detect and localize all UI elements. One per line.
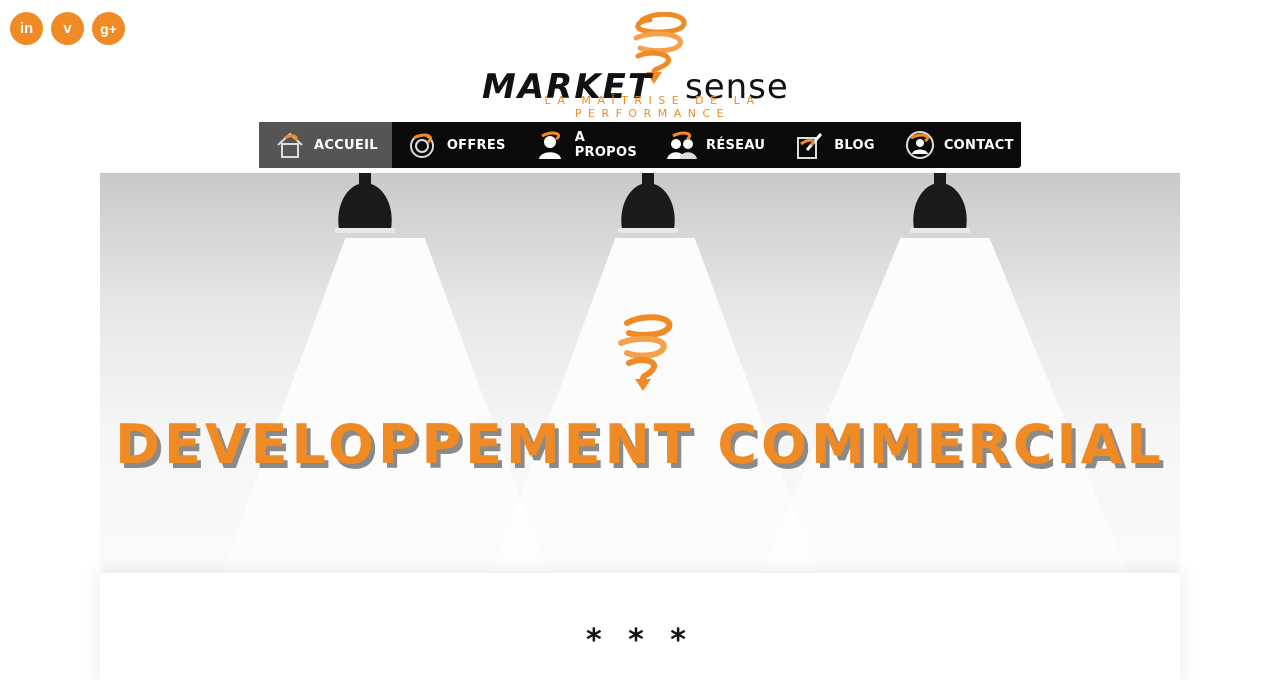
google-plus-icon[interactable]: g+ — [92, 12, 125, 45]
section-separator: * * * — [586, 623, 694, 658]
spotlight-lamp-icon — [335, 173, 395, 233]
spotlight-lamp-icon — [618, 173, 678, 233]
site-logo[interactable]: MARKET sense LA MAÎTRISE DE LA PERFORMAN… — [480, 12, 825, 120]
nav-label: CONTACT — [943, 137, 1014, 153]
nav-label: OFFRES — [446, 137, 506, 153]
light-beam — [220, 238, 550, 573]
linkedin-icon[interactable]: in — [10, 12, 43, 45]
nav-label: BLOG — [834, 137, 875, 153]
nav-item-offres[interactable]: OFFRES — [392, 122, 520, 168]
contact-icon — [905, 130, 935, 160]
nav-item-blog[interactable]: BLOG — [779, 122, 889, 168]
network-icon — [667, 130, 698, 160]
brand-swirl-icon — [618, 314, 673, 391]
hero-banner: DEVELOPPEMENT COMMERCIAL — [100, 173, 1180, 573]
content-section: * * * — [100, 573, 1180, 680]
nav-label: ACCUEIL — [314, 137, 378, 153]
viadeo-icon[interactable]: v — [51, 12, 84, 45]
hero-title: DEVELOPPEMENT COMMERCIAL — [115, 413, 1165, 476]
nav-label: RÉSEAU — [706, 137, 766, 153]
nav-label: A PROPOS — [574, 130, 638, 160]
logo-tagline: LA MAÎTRISE DE LA PERFORMANCE — [544, 94, 761, 120]
social-links: in v g+ — [10, 12, 125, 45]
target-icon — [408, 130, 438, 160]
home-icon — [275, 130, 305, 160]
nav-item-contact[interactable]: CONTACT — [889, 122, 1028, 168]
spotlight-lamp-icon — [910, 173, 970, 233]
blog-icon — [795, 130, 825, 160]
light-beam — [760, 238, 1130, 573]
nav-item-a-propos[interactable]: A PROPOS — [520, 122, 651, 168]
main-nav: ACCUEIL OFFRES A PROPOS RÉSEAU BLOG CONT… — [259, 122, 1021, 168]
nav-item-accueil[interactable]: ACCUEIL — [259, 122, 392, 168]
light-beam — [490, 238, 820, 573]
nav-item-reseau[interactable]: RÉSEAU — [651, 122, 779, 168]
person-icon — [536, 130, 566, 160]
